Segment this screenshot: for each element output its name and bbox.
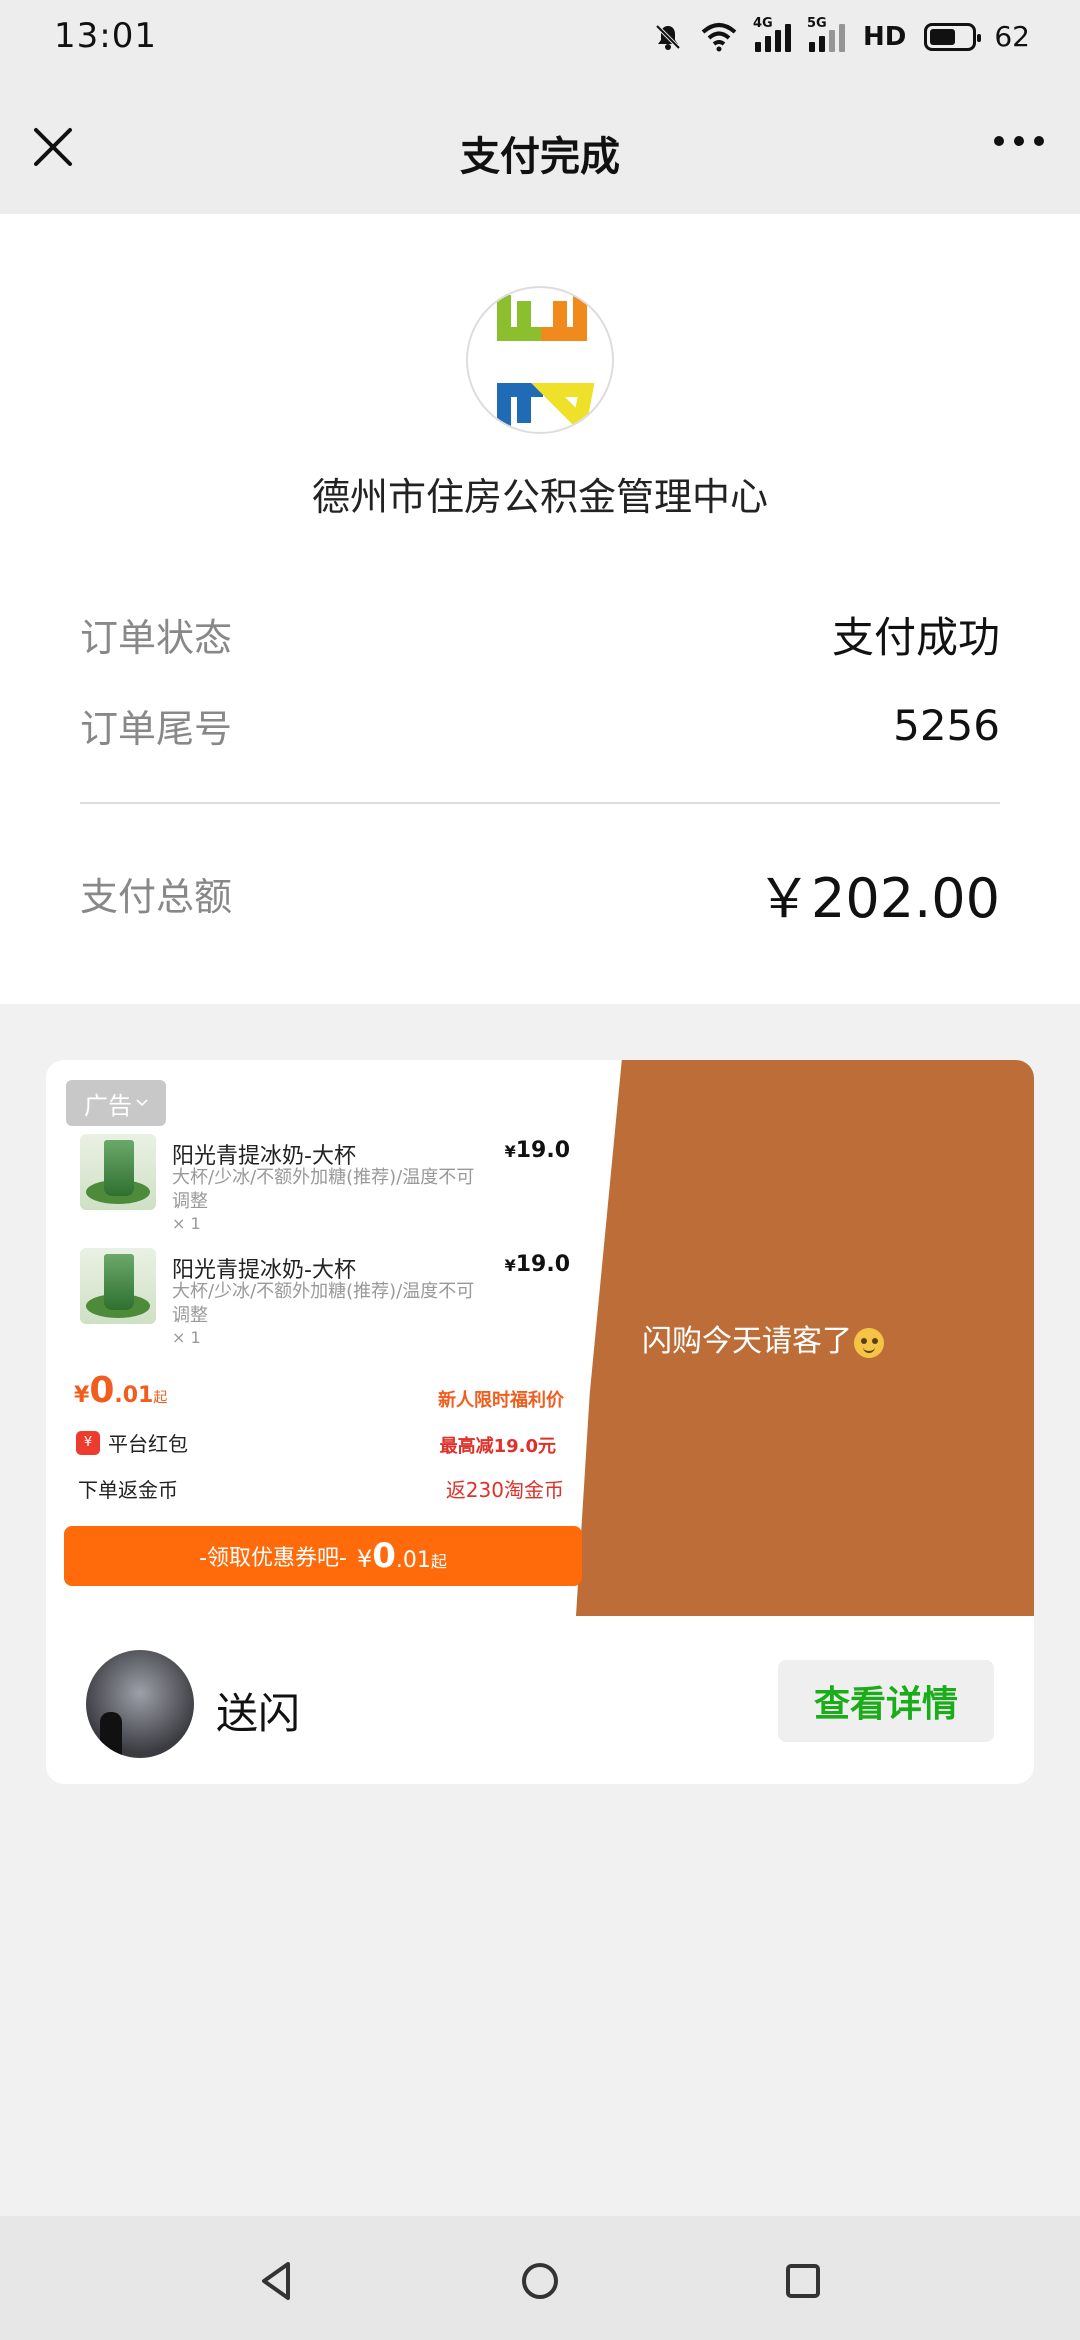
order-tail-row: 订单尾号 5256 (80, 698, 1000, 753)
cta-int: 0 (372, 1536, 396, 1576)
ad-banner[interactable]: 闪购今天请客了 广告 阳光青提冰奶-大杯 ¥19.0 大杯/少冰/不额外加糖(推… (46, 1060, 1034, 1616)
ad-price-dec: .01 (114, 1383, 154, 1408)
more-icon (994, 136, 1004, 146)
product-price: ¥19.0 (505, 1252, 570, 1277)
ad-footer: 送闪 查看详情 (46, 1616, 1034, 1784)
product-qty: × 1 (172, 1328, 201, 1347)
ad-price: ¥0.01起 (74, 1370, 167, 1411)
network-4g-label: 4G (753, 15, 773, 31)
page-title: 支付完成 (460, 134, 620, 180)
coins-value: 返230淘金币 (445, 1478, 564, 1502)
more-button[interactable] (994, 136, 1044, 146)
order-tail-value: 5256 (893, 701, 1000, 750)
redpack-label: 平台红包 (108, 1432, 188, 1456)
back-icon (262, 2262, 290, 2300)
publisher-name[interactable]: 送闪 (216, 1680, 300, 1741)
merchant-name: 德州市住房公积金管理中心 (311, 475, 768, 519)
total-amount-label: 支付总额 (80, 875, 233, 919)
ad-price-int: 0 (89, 1370, 115, 1411)
avatar[interactable] (86, 1650, 194, 1758)
total-amount-value: ￥202.00 (757, 867, 1000, 930)
payment-result: 德州市住房公积金管理中心 订单状态 支付成功 订单尾号 5256 支付总额 ￥2… (0, 214, 1080, 1004)
product-price-value: 19.0 (515, 1138, 570, 1163)
signal-5g-icon: 5G (807, 16, 846, 52)
claim-coupon-button[interactable]: -领取优惠券吧- ¥0.01起 (64, 1526, 582, 1586)
view-details-button[interactable]: 查看详情 (778, 1660, 994, 1742)
emoji-icon (854, 1327, 884, 1358)
ad-slogan: 闪购今天请客了 (642, 1316, 884, 1360)
status-icons: 4G 5G HD 62 (653, 16, 1030, 53)
system-nav-bar (0, 2216, 1080, 2340)
order-tail-label: 订单尾号 (80, 707, 233, 751)
avatar-person (100, 1712, 122, 1756)
order-status-value: 支付成功 (831, 613, 1000, 662)
cta-prefix: -领取优惠券吧- (199, 1546, 347, 1571)
status-bar: 13:01 4G 5G HD 62 (0, 0, 1080, 84)
network-5g-label: 5G (807, 15, 827, 31)
product-qty: × 1 (172, 1214, 201, 1233)
product-image (80, 1134, 156, 1210)
ad-price-yen: ¥ (74, 1383, 90, 1408)
status-time: 13:01 (54, 16, 157, 56)
order-status-label: 订单状态 (80, 616, 233, 660)
battery-icon (924, 22, 982, 51)
home-button[interactable] (515, 2256, 565, 2306)
battery-fill (930, 28, 956, 45)
redpack-discount: 最高减19.0元 (439, 1436, 556, 1457)
signal-4g-icon: 4G (753, 16, 792, 52)
ad-badge[interactable]: 广告 (66, 1080, 166, 1126)
ad-badge-label: 广告 (84, 1091, 132, 1120)
battery-level: 62 (994, 20, 1030, 53)
cta-dec: .01 (395, 1548, 431, 1573)
total-amount-row: 支付总额 ￥202.00 (80, 854, 1000, 933)
cta-yen: ¥ (356, 1545, 373, 1573)
coins-label: 下单返金币 (78, 1478, 178, 1502)
product-item: 阳光青提冰奶-大杯 ¥19.0 大杯/少冰/不额外加糖(推荐)/温度不可调整 ×… (80, 1134, 570, 1244)
product-item: 阳光青提冰奶-大杯 ¥19.0 大杯/少冰/不额外加糖(推荐)/温度不可调整 ×… (80, 1248, 570, 1358)
back-button[interactable] (252, 2256, 302, 2306)
order-status-row: 订单状态 支付成功 (80, 604, 1000, 665)
ad-card[interactable]: 闪购今天请客了 广告 阳光青提冰奶-大杯 ¥19.0 大杯/少冰/不额外加糖(推… (46, 1060, 1034, 1784)
recent-apps-icon (786, 2264, 820, 2298)
cta-suffix: 起 (430, 1552, 447, 1571)
recent-apps-button[interactable] (778, 2256, 828, 2306)
product-price-value: 19.0 (515, 1252, 570, 1277)
product-price: ¥19.0 (505, 1138, 570, 1163)
hd-label: HD (863, 21, 907, 52)
product-desc: 大杯/少冰/不额外加糖(推荐)/温度不可调整 (172, 1281, 475, 1326)
product-currency: ¥ (504, 1256, 516, 1275)
redpack-row: ¥ 平台红包 (76, 1428, 188, 1457)
home-icon (522, 2263, 558, 2299)
wifi-icon (701, 22, 737, 52)
nav-bar: 支付完成 (0, 84, 1080, 214)
mute-icon (653, 22, 683, 52)
ad-slogan-text: 闪购今天请客了 (642, 1324, 852, 1359)
divider (80, 802, 1000, 804)
ad-price-suffix: 起 (153, 1390, 168, 1406)
product-image (80, 1248, 156, 1324)
product-currency: ¥ (504, 1142, 516, 1161)
chevron-down-icon (136, 1099, 148, 1107)
merchant-logo (466, 286, 614, 434)
redpack-icon: ¥ (76, 1430, 100, 1455)
new-user-price-label: 新人限时福利价 (438, 1390, 564, 1411)
product-desc: 大杯/少冰/不额外加糖(推荐)/温度不可调整 (172, 1167, 475, 1212)
